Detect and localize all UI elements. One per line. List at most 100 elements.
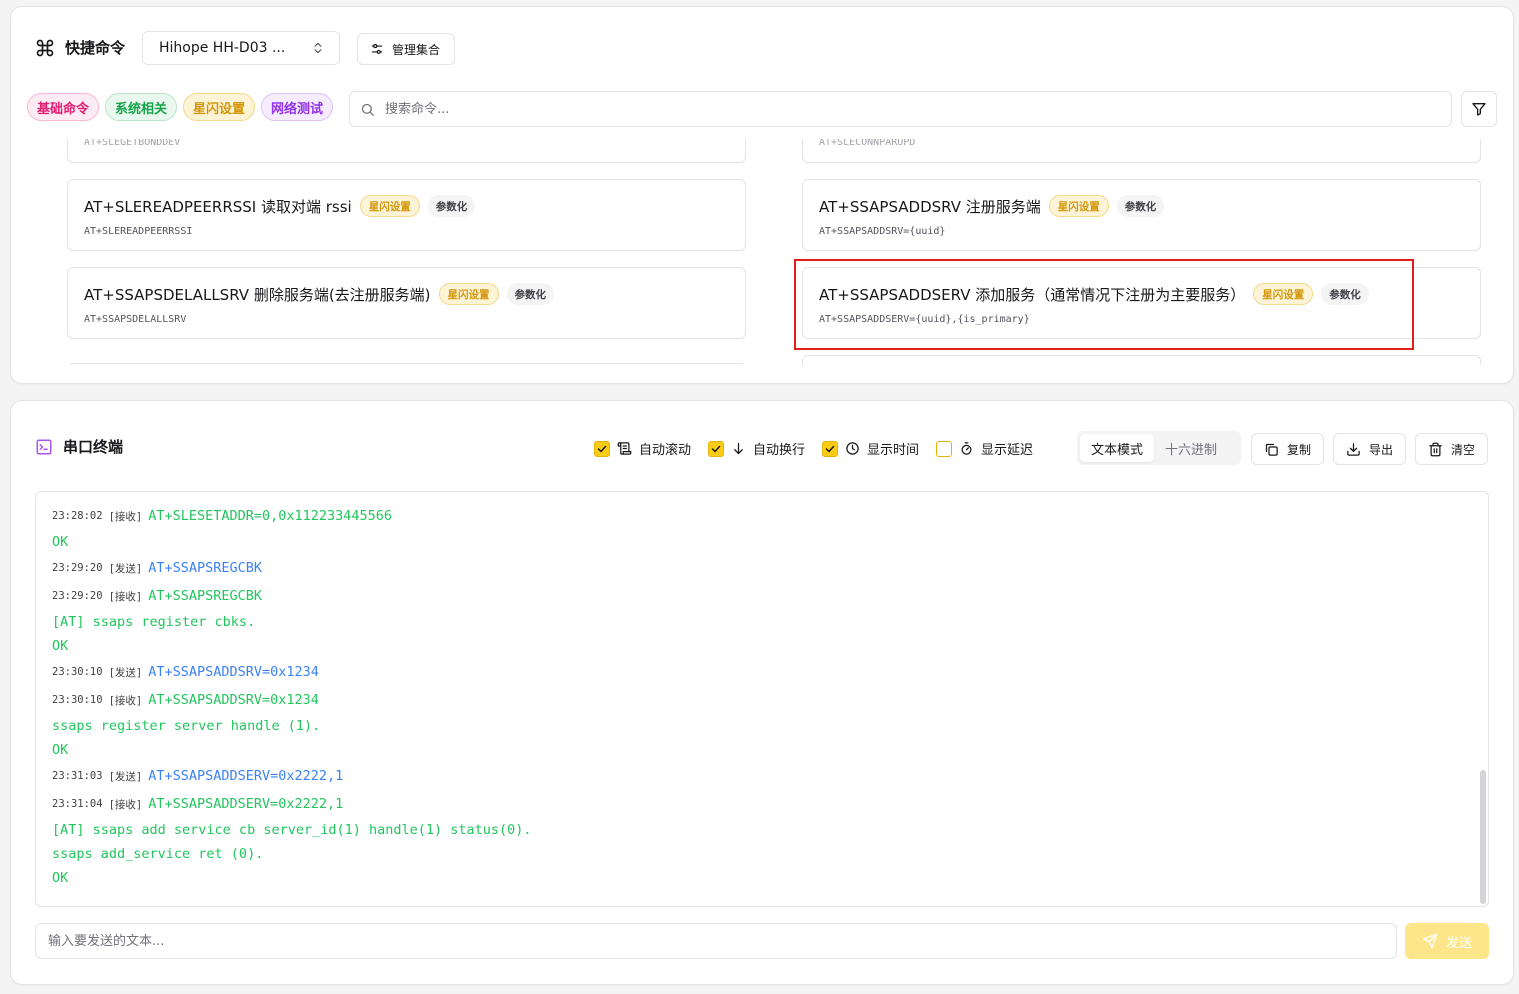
check-icon xyxy=(711,445,721,452)
show-delay-label: 显示延迟 xyxy=(981,443,1034,458)
command-text: AT+SSAPSADDSRV={uuid} xyxy=(819,226,946,237)
terminal-icon xyxy=(36,439,52,454)
tag-basic-commands[interactable]: 基础命令 xyxy=(27,93,100,121)
scroll-text-icon xyxy=(617,442,632,455)
direction: [发送] xyxy=(108,770,143,783)
category-badge: 星闪设置 xyxy=(359,195,420,217)
show-time-checkbox[interactable] xyxy=(822,440,839,457)
highlight-annotation xyxy=(794,259,1414,350)
log-line: ssaps add_service ret (0). xyxy=(52,842,532,866)
timestamp: 23:30:10 xyxy=(52,694,103,706)
log-text: AT+SSAPSADDSRV=0x1234 xyxy=(148,664,319,680)
command-card[interactable] xyxy=(67,363,746,365)
parameterized-badge: 参数化 xyxy=(1116,195,1165,217)
serial-terminal-panel: 串口终端 自动滚动 自动换行 显示时间 显示延迟 文本模式 十六进制 复制 导出… xyxy=(10,400,1514,985)
download-icon xyxy=(1347,442,1360,456)
log-text: [AT] ssaps register cbks. xyxy=(52,614,256,630)
auto-scroll-toggle[interactable]: 自动滚动 xyxy=(594,439,691,458)
auto-wrap-label: 自动换行 xyxy=(753,443,806,458)
log-text: AT+SSAPSREGCBK xyxy=(148,560,263,576)
command-card[interactable] xyxy=(802,355,1481,365)
command-icon xyxy=(36,39,54,56)
trash-icon xyxy=(1429,442,1442,456)
command-card[interactable]: AT+SLECONNPARUPD xyxy=(802,139,1481,163)
command-card[interactable]: AT+SLEREADPEERRSSI 读取对端 rssi 星闪设置 参数化 AT… xyxy=(67,179,746,251)
show-delay-checkbox[interactable] xyxy=(936,440,953,457)
clear-button[interactable]: 清空 xyxy=(1415,433,1489,465)
log-text: OK xyxy=(52,870,69,886)
direction: [接收] xyxy=(108,590,143,603)
auto-wrap-toggle[interactable]: 自动换行 xyxy=(708,439,805,458)
settings-sliders-icon xyxy=(371,44,383,54)
command-title: AT+SSAPSADDSRV 注册服务端 xyxy=(819,197,1041,216)
show-delay-toggle[interactable]: 显示延迟 xyxy=(936,439,1033,458)
command-card[interactable]: AT+SLEGETBONDDEV xyxy=(67,139,746,163)
log-text: AT+SLESETADDR=0,0x112233445566 xyxy=(148,508,393,524)
log-text: [AT] ssaps add service cb server_id(1) h… xyxy=(52,822,532,838)
log-line: 23:29:20 [接收] AT+SSAPSREGCBK xyxy=(52,582,532,610)
copy-button[interactable]: 复制 xyxy=(1251,433,1325,465)
log-line: 23:31:03 [发送] AT+SSAPSADDSERV=0x2222,1 xyxy=(52,762,532,790)
category-tags: 基础命令 系统相关 星闪设置 网络测试 xyxy=(27,93,334,121)
send-button[interactable]: 发送 xyxy=(1405,923,1489,959)
timestamp: 23:31:04 xyxy=(52,798,103,810)
hex-mode-button[interactable]: 十六进制 xyxy=(1154,434,1228,462)
filter-button[interactable] xyxy=(1461,91,1497,127)
auto-scroll-checkbox[interactable] xyxy=(594,440,610,457)
timestamp: 23:30:10 xyxy=(52,666,103,678)
category-badge: 星闪设置 xyxy=(438,283,499,305)
timestamp: 23:31:03 xyxy=(52,770,103,782)
command-card[interactable]: AT+SSAPSDELALLSRV 删除服务端(去注册服务端) 星闪设置 参数化… xyxy=(67,267,746,339)
chevrons-up-down-icon xyxy=(314,42,322,54)
log-line: [AT] ssaps add service cb server_id(1) h… xyxy=(52,818,532,842)
device-select[interactable]: Hihope HH-D03 ... xyxy=(142,31,340,65)
command-text: AT+SLECONNPARUPD xyxy=(819,139,916,148)
quick-commands-title: 快捷命令 xyxy=(65,39,126,57)
log-line: OK xyxy=(52,738,532,762)
timestamp: 23:28:02 xyxy=(52,510,103,522)
send-text-input[interactable] xyxy=(35,923,1397,959)
timer-icon xyxy=(961,442,972,455)
send-label: 发送 xyxy=(1445,935,1472,951)
manage-collections-button[interactable]: 管理集合 xyxy=(357,33,455,65)
log-line: OK xyxy=(52,866,532,890)
log-text: OK xyxy=(52,742,69,758)
direction: [接收] xyxy=(108,510,143,523)
log-text: AT+SSAPSREGCBK xyxy=(148,588,263,604)
clear-label: 清空 xyxy=(1451,442,1476,457)
direction: [发送] xyxy=(108,562,143,575)
log-line: OK xyxy=(52,634,532,658)
auto-wrap-checkbox[interactable] xyxy=(708,440,725,457)
check-icon xyxy=(597,445,607,452)
log-line: 23:30:10 [发送] AT+SSAPSADDSRV=0x1234 xyxy=(52,658,532,686)
log-line: OK xyxy=(52,530,532,554)
export-label: 导出 xyxy=(1369,442,1394,457)
log-text: AT+SSAPSADDSERV=0x2222,1 xyxy=(148,768,344,784)
tag-system[interactable]: 系统相关 xyxy=(105,93,178,121)
quick-commands-header: 快捷命令 xyxy=(35,37,125,58)
tag-network-test[interactable]: 网络测试 xyxy=(261,93,334,121)
search-input[interactable] xyxy=(383,100,1441,118)
log-line: 23:28:02 [接收] AT+SLESETADDR=0,0x1122334455… xyxy=(52,502,532,530)
auto-scroll-label: 自动滚动 xyxy=(639,443,692,458)
tag-nearlink-settings[interactable]: 星闪设置 xyxy=(183,93,256,121)
command-text: AT+SLEREADPEERRSSI xyxy=(84,226,193,237)
command-card[interactable]: AT+SSAPSADDSRV 注册服务端 星闪设置 参数化 AT+SSAPSAD… xyxy=(802,179,1481,251)
command-search xyxy=(349,91,1452,127)
show-time-toggle[interactable]: 显示时间 xyxy=(822,439,919,458)
category-badge: 星闪设置 xyxy=(1048,195,1109,217)
parameterized-badge: 参数化 xyxy=(427,195,476,217)
log-text: AT+SSAPSADDSERV=0x2222,1 xyxy=(148,796,344,812)
log-line: ssaps register server handle (1). xyxy=(52,714,532,738)
terminal-scrollbar[interactable] xyxy=(1480,770,1486,904)
terminal-options: 自动滚动 自动换行 显示时间 显示延迟 xyxy=(594,439,1050,458)
device-select-value: Hihope HH-D03 ... xyxy=(159,40,286,56)
parameterized-badge: 参数化 xyxy=(506,283,555,305)
text-mode-button[interactable]: 文本模式 xyxy=(1080,434,1155,462)
timestamp: 23:29:20 xyxy=(52,590,103,602)
copy-label: 复制 xyxy=(1287,442,1312,457)
export-button[interactable]: 导出 xyxy=(1333,433,1407,465)
check-icon xyxy=(825,445,835,452)
search-icon xyxy=(361,103,374,116)
terminal-output[interactable]: 23:28:02 [接收] AT+SLESETADDR=0,0x1122334455… xyxy=(35,491,1489,907)
